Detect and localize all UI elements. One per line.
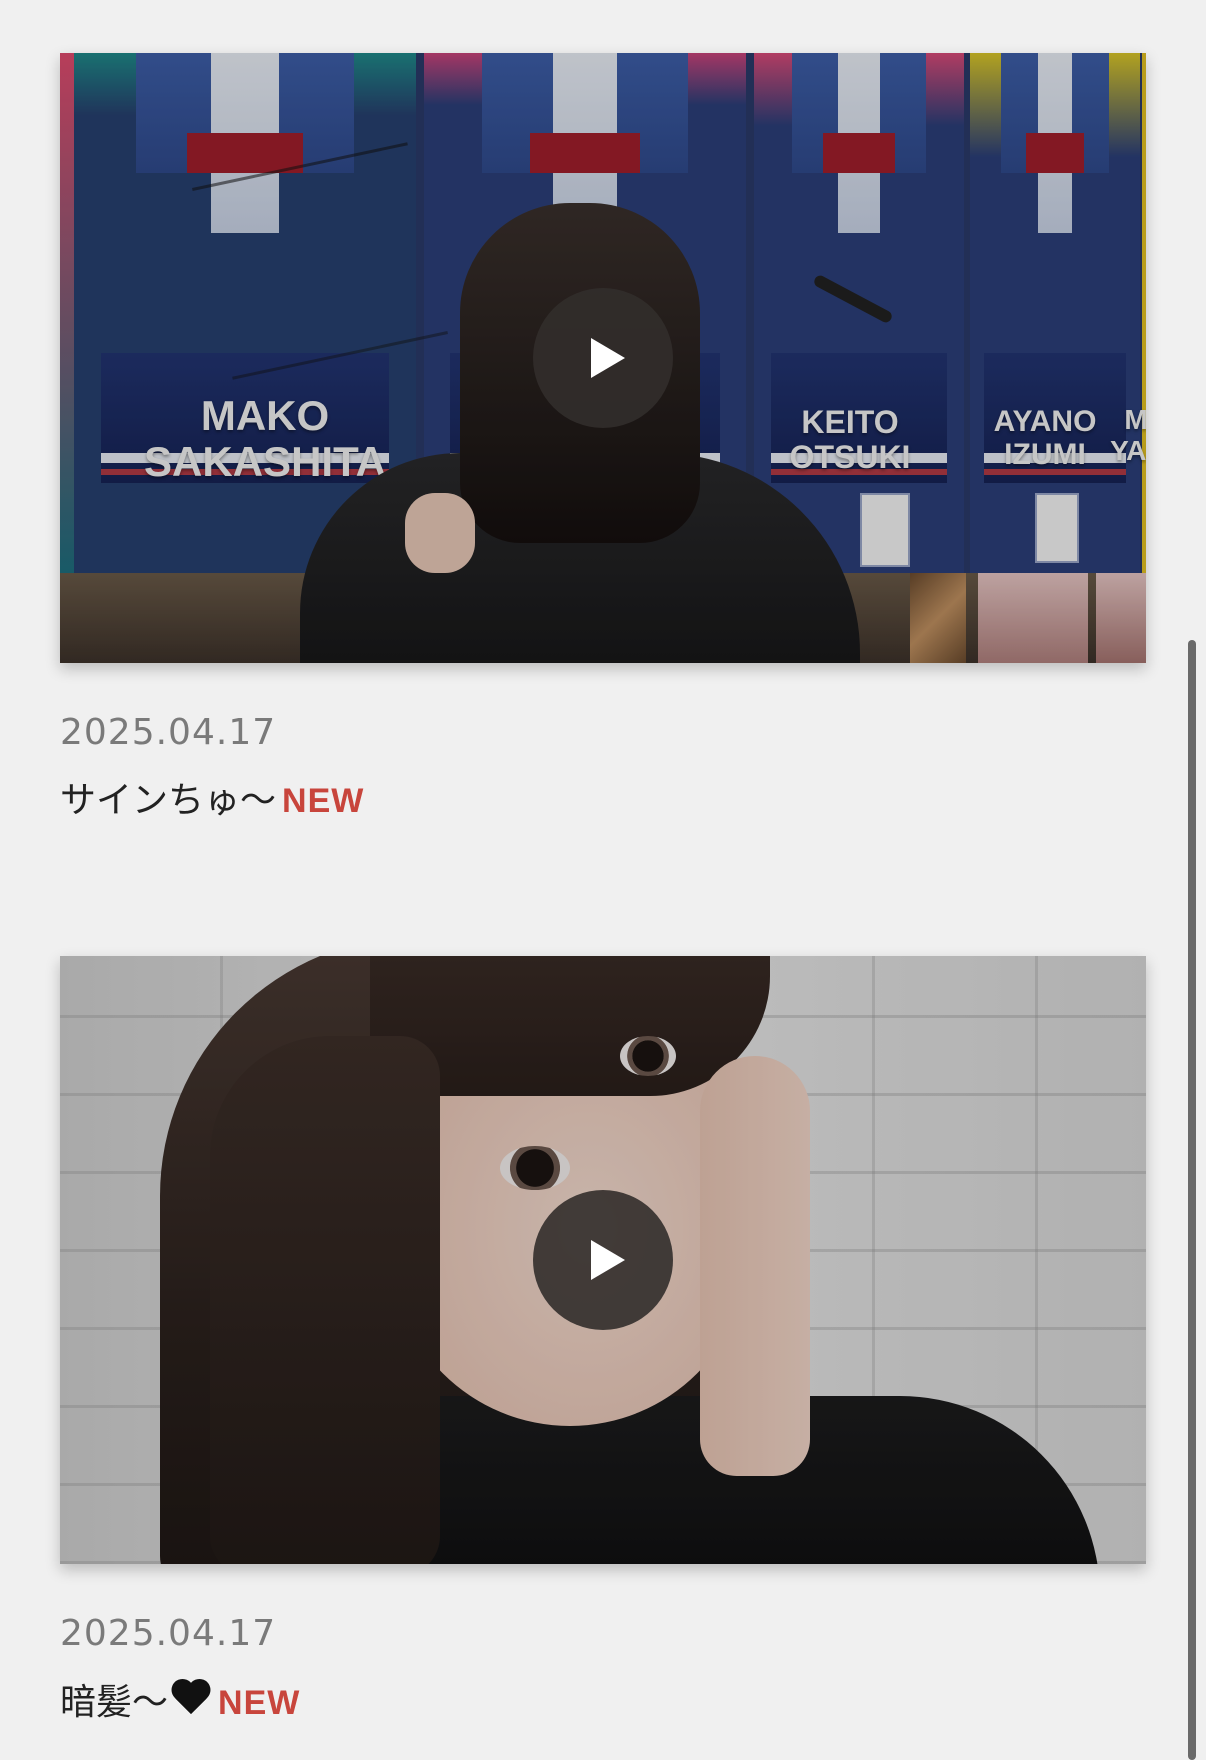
new-badge: NEW — [282, 782, 365, 820]
video-post: 2025.04.17 暗髪〜 NEW — [60, 956, 1146, 1724]
play-icon — [591, 338, 625, 378]
post-title: サインちゅ〜 — [60, 780, 277, 821]
video-post: MAKO SAKASHITA KEITO OTSUKI AYANO IZUMI … — [60, 53, 1146, 822]
post-date: 2025.04.17 — [60, 712, 277, 753]
new-badge: NEW — [218, 1684, 301, 1722]
post-title-link[interactable]: 暗髪〜 NEW — [60, 1680, 1146, 1724]
scrollbar-thumb[interactable] — [1188, 640, 1196, 1760]
video-thumbnail[interactable] — [60, 956, 1146, 1564]
play-button[interactable] — [533, 288, 673, 428]
black-heart-icon — [172, 1680, 212, 1718]
scrollbar[interactable] — [1180, 0, 1206, 1760]
post-date: 2025.04.17 — [60, 1613, 277, 1654]
post-meta: 2025.04.17 暗髪〜 NEW — [60, 1616, 1146, 1724]
play-icon — [591, 1240, 625, 1280]
play-button[interactable] — [533, 1190, 673, 1330]
video-feed: MAKO SAKASHITA KEITO OTSUKI AYANO IZUMI … — [0, 0, 1206, 1760]
video-thumbnail[interactable]: MAKO SAKASHITA KEITO OTSUKI AYANO IZUMI … — [60, 53, 1146, 663]
post-title: 暗髪〜 — [60, 1682, 169, 1723]
post-title-link[interactable]: サインちゅ〜 NEW — [60, 779, 1146, 822]
post-meta: 2025.04.17 サインちゅ〜 NEW — [60, 715, 1146, 822]
